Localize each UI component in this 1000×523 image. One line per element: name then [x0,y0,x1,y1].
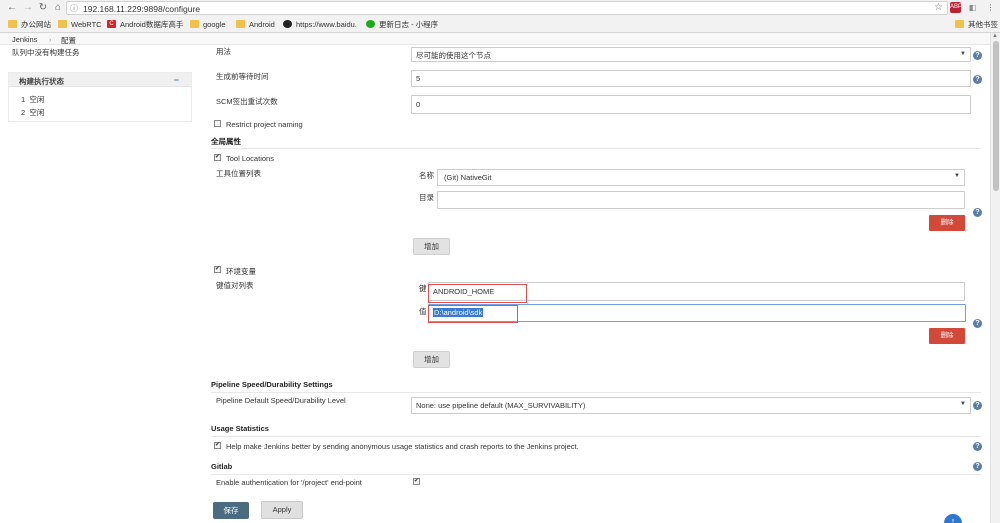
chevron-down-icon: ▼ [960,401,966,407]
executor-row[interactable]: 1 空闲 [21,94,44,105]
other-bookmarks[interactable]: 其他书签 [955,18,998,30]
scroll-up-icon[interactable]: ▲ [992,33,998,39]
breadcrumb-current[interactable]: 配置 [61,35,76,46]
executor-row[interactable]: 2 空闲 [21,107,44,118]
floating-action-icon[interactable]: ↑ [944,514,962,523]
bookmark-item[interactable]: google [190,18,226,30]
reload-icon[interactable]: ↻ [37,2,49,14]
gitlab-auth-checkbox[interactable]: ✔ [413,478,420,485]
app-icon: C [107,20,116,28]
executor-status-header: 构建执行状态 − [9,73,191,87]
scm-retry-input[interactable]: 0 [411,95,971,114]
usage-select[interactable]: 尽可能的使用这个节点 ▼ [411,47,971,62]
build-queue-message: 队列中没有构建任务 [12,48,80,57]
breadcrumb-separator: › [49,35,52,44]
folder-icon [190,20,199,28]
env-vars-checkbox[interactable]: ✔ [214,266,221,273]
menu-icon[interactable]: ⋮ [985,2,996,13]
url-text: 192.168.11.229:9898/configure [83,4,201,14]
gitlab-auth-label: Enable authentication for '/project' end… [216,478,362,487]
save-button[interactable]: 保存 [213,502,249,519]
folder-icon [236,20,245,28]
bookmark-item[interactable]: WebRTC [58,18,102,30]
highlight-box [428,305,518,323]
help-icon[interactable]: ? [973,208,982,217]
usage-label: 用法 [216,47,231,56]
section-divider [211,148,981,149]
scm-retry-label: SCM签出重试次数 [216,97,278,106]
folder-icon [58,20,67,28]
chevron-down-icon: ▼ [954,173,960,179]
help-icon[interactable]: ? [973,75,982,84]
collapse-icon[interactable]: − [174,75,179,85]
executor-status-panel: 构建执行状态 − 1 空闲 2 空闲 [8,72,192,122]
section-divider [211,474,981,475]
tool-name-label: 名称 [419,171,434,180]
tool-locations-label: Tool Locations [226,154,274,163]
delete-env-button[interactable]: 删除 [929,328,965,344]
global-properties-title: 全局属性 [211,137,241,146]
tool-dir-input[interactable] [437,191,965,209]
usage-stats-checkbox[interactable]: ✔ [214,442,221,449]
pipeline-settings-title: Pipeline Speed/Durability Settings [211,380,333,389]
extension-icon[interactable]: ◧ [967,2,978,13]
tool-dir-label: 目录 [419,193,434,202]
section-divider [211,436,981,437]
breadcrumb-jenkins[interactable]: Jenkins [12,35,37,44]
highlight-box [428,284,527,303]
help-icon[interactable]: ? [973,462,982,471]
delete-tool-button[interactable]: 删除 [929,215,965,231]
quiet-period-input[interactable]: 5 [411,70,971,87]
help-icon[interactable]: ? [973,442,982,451]
restrict-naming-checkbox[interactable] [214,120,221,127]
gitlab-title: Gitlab [211,462,233,471]
bookmark-item[interactable]: https://www.baidu. [283,18,357,30]
env-vars-label: 环境变量 [226,267,256,276]
kv-list-label: 键值对列表 [216,281,254,290]
forward-icon[interactable]: → [22,2,34,14]
bookmarks-bar: 办公网站 WebRTC C Android数据库高手 google Android… [0,17,1000,31]
help-icon[interactable]: ? [973,51,982,60]
breadcrumb: Jenkins › 配置 [0,33,1000,45]
wechat-icon [366,20,375,28]
quiet-period-label: 生成前等待时间 [216,72,269,81]
folder-icon [955,20,964,28]
pipeline-level-label: Pipeline Default Speed/Durability Level [216,396,346,405]
tool-list-label: 工具位置列表 [216,169,261,178]
chevron-down-icon: ▼ [960,51,966,57]
bookmark-item[interactable]: Android [236,18,275,30]
add-tool-button[interactable]: 增加 [413,238,450,255]
executor-status-title[interactable]: 构建执行状态 [19,76,64,87]
info-icon[interactable]: ⓘ [70,3,78,14]
scrollbar-thumb[interactable] [993,41,999,191]
extension-icon[interactable]: ABP [950,2,962,13]
value-label: 值 [419,307,427,316]
key-label: 键 [419,284,427,293]
tool-locations-checkbox[interactable]: ✔ [214,154,221,161]
usage-stats-label: Help make Jenkins better by sending anon… [226,442,579,451]
pipeline-level-select[interactable]: None: use pipeline default (MAX_SURVIVAB… [411,397,971,414]
usage-select-value: 尽可能的使用这个节点 [416,51,491,60]
page-scrollbar[interactable]: ▲ [990,33,1000,523]
help-icon[interactable]: ? [973,401,982,410]
github-icon [283,20,292,28]
browser-chrome: ← → ↻ ⌂ ⓘ 192.168.11.229:9898/configure … [0,0,1000,33]
bookmark-item[interactable]: 更新日志 - 小程序 [366,18,438,30]
bookmark-star-icon[interactable]: ☆ [934,2,943,13]
address-bar[interactable]: ⓘ 192.168.11.229:9898/configure ☆ [66,1,948,15]
bookmark-item[interactable]: 办公网站 [8,18,51,30]
home-icon[interactable]: ⌂ [52,2,64,14]
usage-statistics-title: Usage Statistics [211,424,269,433]
help-icon[interactable]: ? [973,319,982,328]
tool-name-select[interactable]: (Git) NativeGit ▼ [437,169,965,186]
add-env-button[interactable]: 增加 [413,351,450,368]
restrict-naming-label: Restrict project naming [226,120,303,129]
bookmark-item[interactable]: C Android数据库高手 [107,18,183,30]
back-icon[interactable]: ← [6,2,18,14]
folder-icon [8,20,17,28]
section-divider [211,392,981,393]
apply-button[interactable]: Apply [261,501,303,519]
